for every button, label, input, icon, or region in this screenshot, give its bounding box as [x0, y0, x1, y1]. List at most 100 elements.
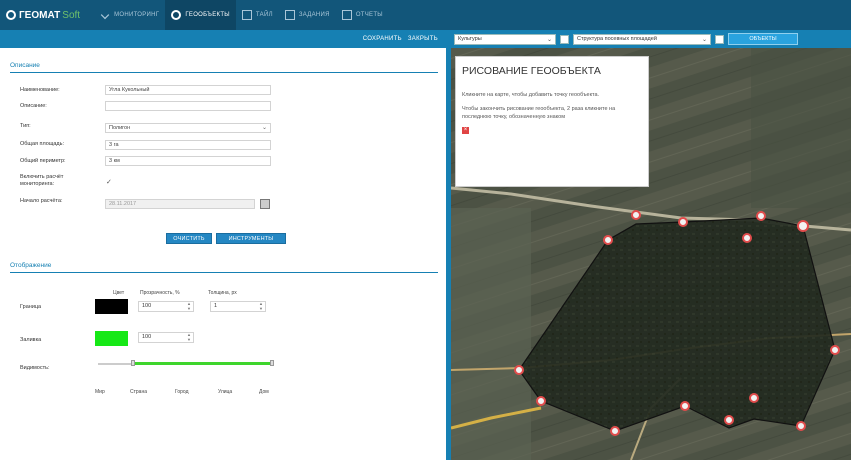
reports-icon — [341, 10, 352, 20]
vertex-handle[interactable] — [603, 235, 613, 245]
spinner-icon[interactable]: ▲ ▼ — [187, 301, 191, 311]
nav-label: ОТЧЕТЫ — [355, 12, 383, 18]
border-thickness-value: 1 — [214, 303, 218, 309]
border-transparency-input[interactable]: 100 ▲ ▼ — [138, 301, 194, 312]
drawing-help-popup: РИСОВАНИЕ ГЕООБЪЕКТА Кликните на карте, … — [455, 56, 649, 187]
visibility-max-handle[interactable] — [270, 360, 274, 366]
vertex-handle[interactable] — [514, 365, 524, 375]
border-thickness-input[interactable]: 1 ▲ ▼ — [210, 301, 266, 312]
tools-button-label: ИНСТРУМЕНТЫ — [228, 235, 274, 242]
nav-label: ГЕООБЪЕКТЫ — [185, 12, 230, 18]
border-transparency-value: 100 — [142, 303, 152, 309]
nav-monitoring[interactable]: МОНИТОРИНГ — [94, 0, 165, 30]
color-header: Цвет — [113, 290, 125, 296]
vertex-handle[interactable] — [749, 393, 759, 403]
description-label: Описание: — [20, 103, 47, 109]
popup-instruction: Кликните на карте, чтобы добавить точку … — [462, 92, 600, 98]
area-label: Общая площадь: — [20, 141, 65, 147]
logo-main: ГЕОМАТ — [19, 9, 61, 21]
globe-icon — [6, 10, 16, 20]
visibility-tick: Город — [175, 389, 189, 395]
visibility-label: Видимость: — [20, 365, 50, 371]
perimeter-value: 3 км — [105, 156, 271, 166]
vertex-handle[interactable] — [830, 345, 840, 355]
view-select[interactable]: Структура посевных площадей ⌄ — [573, 33, 711, 45]
vertex-handle[interactable] — [610, 426, 620, 436]
chevron-down-icon: ⌄ — [546, 36, 552, 43]
layer-select-value: Культуры — [458, 36, 482, 42]
transparency-header: Прозрачность, % — [140, 290, 180, 296]
objects-button[interactable]: ОБЪЕКТЫ — [728, 33, 798, 45]
popup-title: РИСОВАНИЕ ГЕООБЪЕКТА — [462, 65, 601, 77]
logo-soft: Soft — [62, 9, 81, 21]
save-button[interactable]: СОХРАНИТЬ — [363, 36, 402, 42]
vertex-handle[interactable] — [796, 421, 806, 431]
visibility-min-handle[interactable] — [131, 360, 136, 366]
thickness-header: Толщина, px — [208, 290, 237, 296]
visibility-tick: Страна — [130, 389, 148, 395]
map-toolbar: Культуры ⌄ Структура посевных площадей ⌄… — [451, 30, 851, 48]
nav-label: ТАЙЛ — [255, 12, 273, 18]
nav-label: ЗАДАНИЯ — [298, 12, 330, 18]
nav-label: МОНИТОРИНГ — [114, 12, 160, 18]
visibility-tick: Улица — [218, 389, 233, 395]
section-divider — [10, 272, 438, 273]
chevron-down-icon: ⌄ — [261, 125, 267, 131]
description-input[interactable] — [105, 101, 271, 111]
layer-select[interactable]: Культуры ⌄ — [454, 33, 556, 45]
field-area — [751, 48, 851, 208]
properties-panel: Описание Наименование: Угла Кукольный Оп… — [0, 48, 446, 460]
fill-transparency-input[interactable]: 100 ▲ ▼ — [138, 332, 194, 343]
nav-reports[interactable]: ОТЧЕТЫ — [336, 0, 389, 30]
vertex-handle[interactable] — [536, 396, 546, 406]
field-area — [451, 208, 531, 460]
nav-geoobjects[interactable]: ГЕООБЪЕКТЫ — [165, 0, 236, 30]
perimeter-label: Общий периметр: — [20, 158, 66, 164]
top-navigation: ГЕОМАТ Soft МОНИТОРИНГ ГЕООБЪЕКТЫ ТАЙЛ ЗА… — [0, 0, 851, 30]
vertex-handle[interactable] — [797, 220, 809, 232]
type-label: Тип: — [20, 123, 31, 129]
visibility-tick: Мир — [95, 389, 105, 395]
include-calculation-label: Включить расчёт мониторинга: — [20, 174, 64, 187]
document-icon[interactable] — [715, 34, 724, 44]
name-input[interactable]: Угла Кукольный — [105, 85, 271, 95]
close-button[interactable]: ЗАКРЫТЬ — [408, 36, 438, 42]
section-divider — [10, 72, 438, 73]
objects-button-label: ОБЪЕКТЫ — [749, 36, 777, 42]
visibility-tick: Дом — [259, 389, 269, 395]
popup-instruction: Чтобы закончить рисование геообъекта, 2 … — [462, 106, 616, 120]
calendar-icon[interactable] — [260, 199, 270, 209]
name-label: Наименование: — [20, 87, 60, 93]
start-date-input[interactable]: 28.11.2017 — [105, 199, 255, 209]
nav-tasks[interactable]: ЗАДАНИЯ — [279, 0, 336, 30]
search-icon — [171, 10, 182, 20]
spinner-icon[interactable]: ▲ ▼ — [259, 301, 263, 311]
area-value: 3 га — [105, 140, 271, 150]
close-icon[interactable]: × — [462, 127, 469, 134]
type-select[interactable]: Полигон ⌄ — [105, 123, 271, 133]
vertex-handle[interactable] — [742, 233, 752, 243]
tools-button[interactable]: ИНСТРУМЕНТЫ — [216, 233, 286, 244]
fill-label: Заливка — [20, 337, 42, 343]
border-color-swatch[interactable] — [95, 299, 128, 314]
check-icon — [100, 10, 110, 20]
app-logo[interactable]: ГЕОМАТ Soft — [6, 10, 80, 21]
type-select-value: Полигон — [109, 125, 131, 131]
clear-button[interactable]: ОЧИСТИТЬ — [166, 233, 212, 244]
vertex-handle[interactable] — [678, 217, 688, 227]
clear-button-label: ОЧИСТИТЬ — [173, 235, 205, 242]
view-select-value: Структура посевных площадей — [577, 36, 657, 42]
spinner-icon[interactable]: ▲ ▼ — [187, 332, 191, 342]
vertex-handle[interactable] — [756, 211, 766, 221]
layer-settings-icon[interactable] — [560, 34, 569, 44]
fill-transparency-value: 100 — [142, 334, 152, 340]
border-label: Граница — [20, 304, 42, 310]
nav-tile[interactable]: ТАЙЛ — [236, 0, 279, 30]
include-calculation-checkbox[interactable]: ✓ — [106, 178, 112, 186]
display-section-title: Отображение — [10, 262, 52, 269]
fill-color-swatch[interactable] — [95, 331, 128, 346]
vertex-handle[interactable] — [680, 401, 690, 411]
vertex-handle[interactable] — [631, 210, 641, 220]
vertex-handle[interactable] — [724, 415, 734, 425]
tasks-icon — [284, 10, 295, 20]
